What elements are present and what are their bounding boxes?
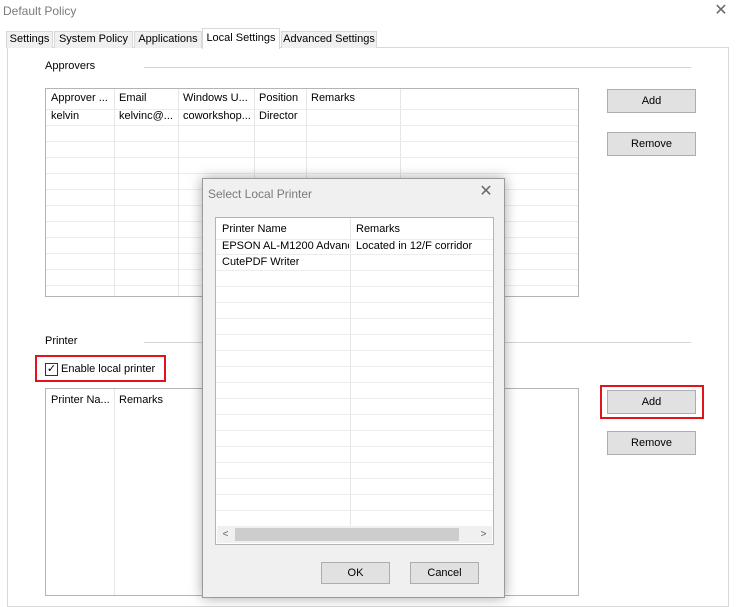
column-header-windows-user[interactable]: Windows U...	[183, 92, 253, 104]
approvers-group-label: Approvers	[45, 60, 96, 72]
approver-email-cell[interactable]: kelvinc@...	[119, 110, 177, 122]
close-icon[interactable]: ✕	[712, 2, 730, 20]
dialog-cancel-button[interactable]: Cancel	[410, 562, 479, 584]
column-header-email[interactable]: Email	[119, 92, 147, 104]
approver-name-cell[interactable]: kelvin	[51, 110, 79, 122]
column-header-dialog-remarks[interactable]: Remarks	[356, 223, 400, 235]
column-header-position[interactable]: Position	[259, 92, 298, 104]
column-header-dialog-printer-name[interactable]: Printer Name	[222, 223, 287, 235]
approvers-divider	[144, 67, 691, 68]
enable-local-printer-checkbox[interactable]: ✓	[45, 363, 58, 376]
scroll-thumb[interactable]	[235, 528, 459, 541]
dialog-printer-remarks-cell[interactable]: Located in 12/F corridor	[356, 240, 472, 252]
window-title: Default Policy	[3, 4, 77, 18]
column-header-printer-name[interactable]: Printer Na...	[51, 394, 113, 406]
approver-position-cell[interactable]: Director	[259, 110, 298, 122]
column-header-remarks[interactable]: Remarks	[311, 92, 355, 104]
printer-group-label: Printer	[45, 335, 78, 347]
approvers-remove-button[interactable]: Remove	[607, 132, 696, 156]
tab-system-policy[interactable]: System Policy	[54, 31, 133, 48]
printer-add-button[interactable]: Add	[607, 390, 696, 414]
tab-settings[interactable]: Settings	[6, 31, 53, 48]
column-header-printer-remarks[interactable]: Remarks	[119, 394, 163, 406]
tab-applications[interactable]: Applications	[134, 31, 202, 48]
dialog-title: Select Local Printer	[208, 187, 313, 201]
dialog-printer-name-cell[interactable]: EPSON AL-M1200 Advanced	[222, 240, 349, 252]
select-local-printer-dialog: Select Local Printer ✕ Printer Name Rema…	[202, 178, 505, 598]
column-header-approver[interactable]: Approver ...	[51, 92, 113, 104]
dialog-close-icon[interactable]: ✕	[477, 183, 495, 201]
scroll-left-icon[interactable]: <	[217, 526, 234, 543]
printer-remove-button[interactable]: Remove	[607, 431, 696, 455]
printer-list-table[interactable]: Printer Name Remarks EPSON AL-M1200 Adva…	[215, 217, 494, 545]
scroll-right-icon[interactable]: >	[475, 526, 492, 543]
dialog-printer-name-cell[interactable]: CutePDF Writer	[222, 256, 299, 268]
enable-local-printer-label[interactable]: Enable local printer	[61, 363, 155, 375]
dialog-ok-button[interactable]: OK	[321, 562, 390, 584]
approvers-add-button[interactable]: Add	[607, 89, 696, 113]
tab-advanced-settings[interactable]: Advanced Settings	[281, 31, 377, 48]
horizontal-scrollbar[interactable]: < >	[217, 526, 492, 543]
approver-windows-user-cell[interactable]: coworkshop...	[183, 110, 253, 122]
tab-local-settings[interactable]: Local Settings	[202, 28, 280, 49]
